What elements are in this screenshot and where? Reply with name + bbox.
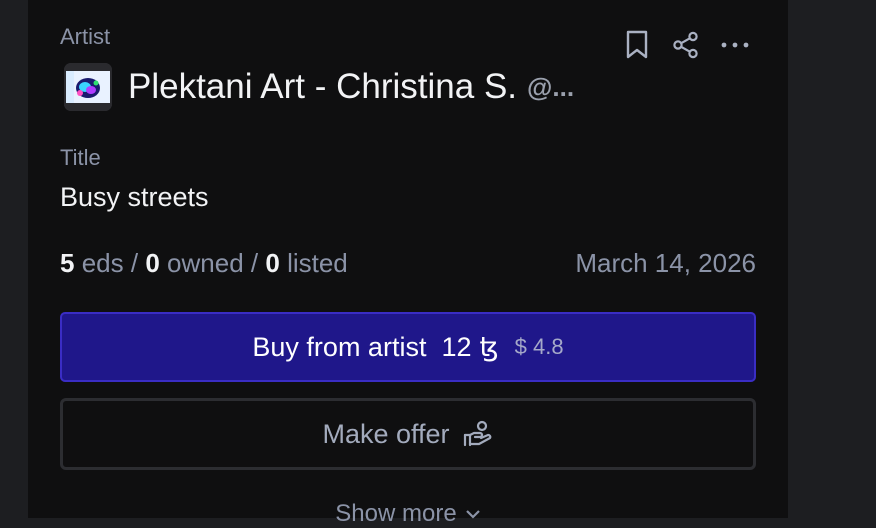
artist-name[interactable]: Plektani Art - Christina S. xyxy=(128,67,517,107)
stats-separator: / xyxy=(250,248,259,278)
artist-handle[interactable]: @... xyxy=(527,72,574,103)
buy-label: Buy from artist xyxy=(252,331,427,362)
stats-separator: / xyxy=(130,248,139,278)
title-label: Title xyxy=(60,145,101,170)
show-more-label: Show more xyxy=(335,500,457,527)
more-options-button[interactable] xyxy=(718,28,752,62)
buy-price: 12 xyxy=(441,331,472,362)
editions-label: eds xyxy=(81,248,124,278)
show-more-toggle[interactable]: Show more xyxy=(28,500,788,528)
artist-avatar[interactable] xyxy=(64,63,112,111)
mint-date: March 14, 2026 xyxy=(575,248,756,278)
bookmark-button[interactable] xyxy=(620,28,654,62)
buy-fiat-price: $ 4.8 xyxy=(514,334,564,359)
token-details-panel: Artist Plektani Art - Christina S. @... … xyxy=(28,0,788,527)
editions-count: 5 xyxy=(60,248,75,278)
listed-count: 0 xyxy=(265,248,280,278)
artist-avatar-image xyxy=(64,63,112,111)
make-offer-button[interactable]: Make offer xyxy=(60,398,756,470)
buy-from-artist-button[interactable]: Buy from artist 12 ꜩ $ 4.8 xyxy=(60,312,756,382)
actions-toolbar xyxy=(605,28,752,62)
share-button[interactable] xyxy=(669,28,703,62)
listed-label: listed xyxy=(287,248,348,278)
owned-count: 0 xyxy=(145,248,160,278)
bookmark-icon xyxy=(626,30,648,59)
artist-row[interactable]: Plektani Art - Christina S. @... xyxy=(64,62,574,112)
offer-label: Make offer xyxy=(322,418,450,449)
owned-label: owned xyxy=(167,248,244,278)
edition-stats: 5 eds / 0 owned / 0 listed xyxy=(60,248,348,279)
token-title: Busy streets xyxy=(60,182,209,212)
more-options-icon xyxy=(721,42,749,48)
artist-label: Artist xyxy=(60,24,111,49)
hand-offer-icon xyxy=(462,420,494,448)
share-icon xyxy=(673,31,698,59)
tezos-currency-icon: ꜩ xyxy=(479,331,499,362)
